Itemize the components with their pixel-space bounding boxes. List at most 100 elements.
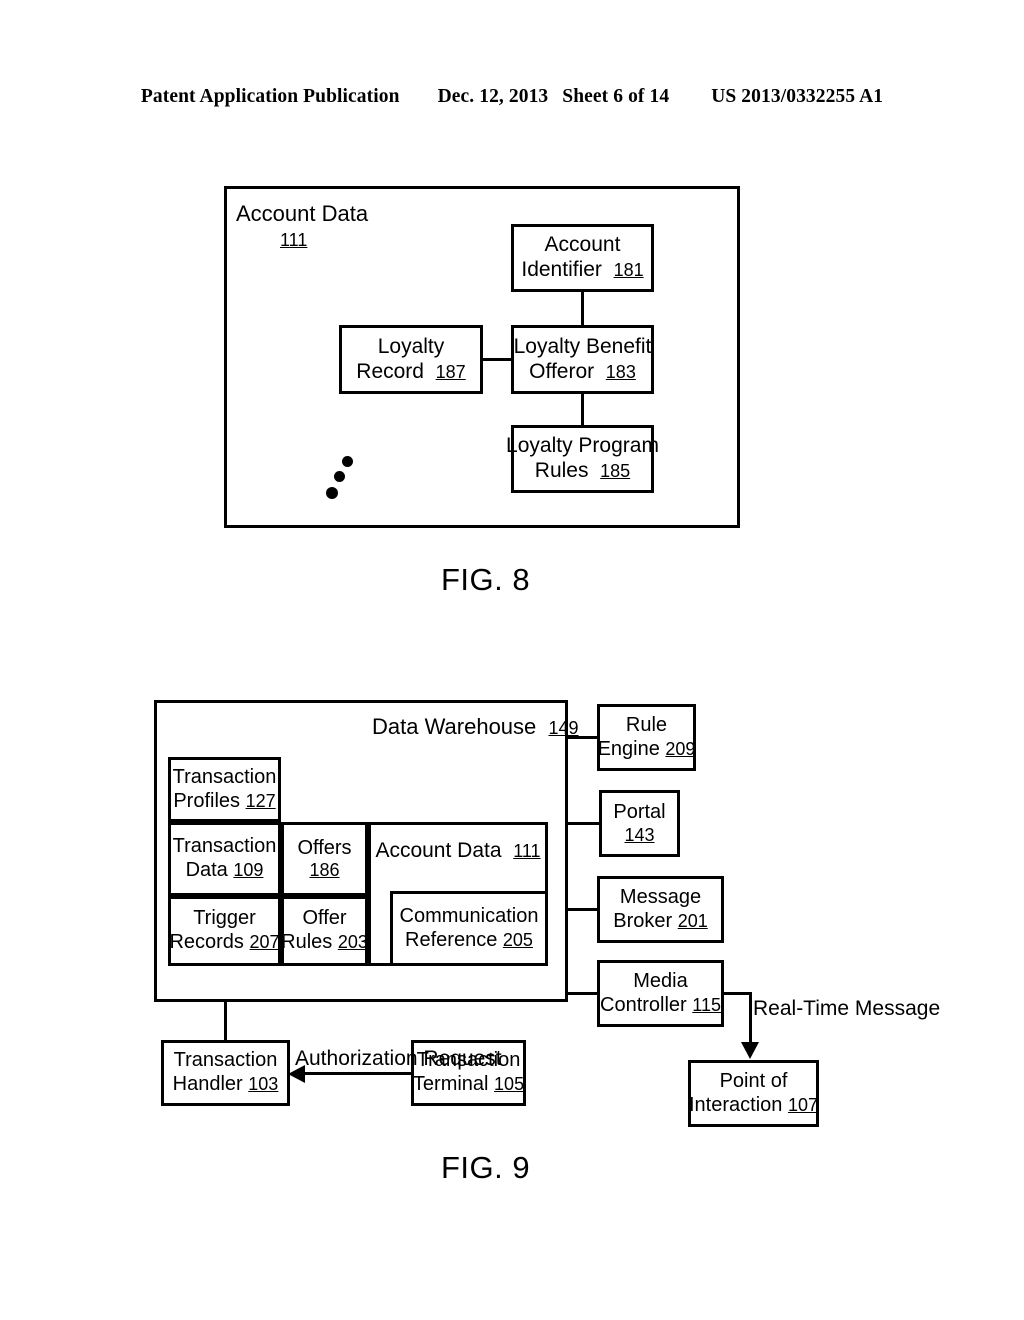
edge-label-line-1: Real-Time — [753, 997, 850, 1020]
fig9-cell-communication-reference: Communication Reference 205 — [390, 891, 548, 966]
box-ref: 187 — [435, 361, 466, 382]
box-ref: 105 — [494, 1074, 525, 1094]
fig9-container-label: Data Warehouse — [372, 714, 537, 739]
box-line-2: Offeror 183 — [529, 359, 636, 383]
box-line-1: Trigger — [193, 907, 256, 930]
fig9-connector-warehouse-to-transaction-handler — [224, 1002, 227, 1040]
box-ref: 185 — [600, 461, 631, 481]
fig8-connector-identifier-to-offeror — [581, 292, 584, 325]
box-line-1: Transaction — [172, 765, 277, 788]
box-line-1: Communication — [399, 904, 539, 927]
fig9-box-portal: Portal 143 — [599, 790, 680, 857]
box-ref: 109 — [233, 860, 264, 880]
fig9-cell-offers: Offers 186 — [281, 822, 368, 896]
box-ref: 107 — [787, 1094, 818, 1115]
box-line-1: Loyalty Program — [506, 434, 659, 458]
fig9-box-rule-engine: Rule Engine 209 — [597, 704, 696, 771]
box-line-2: Controller 115 — [600, 993, 721, 1016]
fig9-box-media-controller: Media Controller 115 — [597, 960, 724, 1027]
patent-number: US 2013/0332255 A1 — [711, 86, 884, 107]
box-line-1: Loyalty — [377, 334, 445, 358]
box-ref: 207 — [249, 932, 280, 952]
fig8-box-loyalty-program-rules: Loyalty Program Rules 185 — [506, 425, 659, 493]
box-line-1: Offer — [302, 907, 347, 930]
publication-date: Dec. 12, 2013 — [437, 86, 549, 107]
box-line-2: Broker 201 — [613, 909, 708, 932]
box-line-1: Message — [619, 885, 702, 908]
box-line-2: Rules 185 — [534, 459, 631, 482]
box-line-2: Records 207 — [169, 931, 280, 953]
fig9-box-transaction-handler: Transaction Handler 103 — [161, 1040, 290, 1106]
box-ref: 186 — [309, 860, 340, 881]
box-ref: 103 — [248, 1074, 279, 1094]
box-ref: 181 — [613, 260, 644, 280]
fig9-connector-warehouse-to-rule-engine — [568, 736, 597, 739]
fig9-container-ref: 149 — [548, 718, 579, 738]
fig9-cell-offer-rules: Offer Rules 203 — [281, 896, 368, 966]
sheet-number: Sheet 6 of 14 — [562, 86, 670, 107]
box-ref: 201 — [677, 910, 708, 931]
fig9-connector-warehouse-to-portal — [568, 822, 599, 825]
sheet-header: Patent Application Publication Dec. 12, … — [0, 86, 1024, 114]
box-line-2: Engine 209 — [597, 737, 696, 760]
box-ref: 115 — [692, 994, 721, 1015]
fig8-box-account-identifier: Account Identifier 181 — [511, 224, 654, 292]
box-line-2: Record 187 — [356, 359, 466, 383]
fig9-box-point-of-interaction: Point of Interaction 107 — [688, 1060, 819, 1127]
fig9-cell-trigger-records: Trigger Records 207 — [168, 896, 281, 966]
box-line-2: Reference 205 — [405, 928, 533, 951]
fig9-arrowhead-to-point-of-interaction — [741, 1042, 759, 1059]
edge-label-line-2: Request — [423, 1047, 502, 1070]
box-line-1: Portal — [613, 801, 666, 824]
box-line-1: Offers — [297, 836, 352, 859]
fig9-box-message-broker: Message Broker 201 — [597, 876, 724, 943]
publication-label: Patent Application Publication — [140, 86, 400, 107]
box-ref: 143 — [624, 824, 655, 845]
fig9-caption: FIG. 9 — [441, 1150, 531, 1185]
fig9-cell-transaction-profiles: Transaction Profiles 127 — [168, 757, 281, 822]
fig9-connector-media-controller-elbow-v — [749, 992, 752, 1046]
fig9-connector-media-controller-elbow-h — [724, 992, 752, 995]
box-line-1: Transaction — [172, 835, 277, 858]
fig8-box-loyalty-record: Loyalty Record 187 — [339, 325, 483, 394]
box-line-1: Media — [633, 969, 688, 992]
fig9-connector-warehouse-to-message-broker — [568, 908, 597, 911]
fig8-container-title: Account Data 111 — [236, 200, 368, 251]
fig9-container-title: Data Warehouse 149 — [372, 714, 579, 740]
fig9-edge-label-real-time-message: Real-Time Message — [753, 996, 940, 1021]
box-line-1: Point of — [719, 1069, 788, 1092]
edge-label-line-2: Message — [854, 997, 941, 1020]
box-ref: 209 — [665, 738, 696, 759]
fig9-connector-warehouse-to-media-controller — [568, 992, 597, 995]
box-line-2: Profiles 127 — [173, 789, 276, 812]
fig8-connector-record-to-offeror — [483, 358, 511, 361]
fig8-ellipsis-dot-1 — [342, 456, 353, 467]
box-line-2: Identifier 181 — [521, 258, 644, 281]
edge-label-line-1: Authorization — [295, 1047, 418, 1070]
box-line-2: Handler 103 — [172, 1073, 279, 1095]
box-line-2: Rules 203 — [281, 931, 368, 953]
box-line-1: Transaction — [173, 1049, 278, 1072]
box-line-1: Account Data 111 — [375, 839, 541, 862]
fig8-connector-offeror-to-rules — [581, 394, 584, 425]
box-ref: 127 — [245, 790, 276, 811]
box-line-2: Interaction 107 — [689, 1093, 818, 1116]
fig9-cell-transaction-data: Transaction Data 109 — [168, 822, 281, 896]
box-ref: 111 — [513, 841, 541, 861]
box-ref: 203 — [337, 932, 368, 952]
fig9-edge-label-authorization-request: Authorization Request — [295, 1046, 502, 1071]
box-ref: 183 — [605, 361, 636, 382]
fig8-caption: FIG. 8 — [441, 562, 531, 597]
fig9-connector-terminal-to-handler — [303, 1072, 411, 1075]
box-line-2: Data 109 — [185, 859, 264, 881]
box-ref: 205 — [502, 929, 533, 950]
fig8-container-ref: 111 — [280, 229, 308, 250]
box-line-1: Rule — [625, 713, 668, 736]
box-line-1: Loyalty Benefit — [513, 334, 652, 358]
fig8-container-label: Account Data — [236, 201, 369, 226]
box-line-2: Terminal 105 — [412, 1073, 525, 1095]
fig8-ellipsis-dot-3 — [326, 487, 338, 499]
fig8-ellipsis-dot-2 — [334, 471, 345, 482]
box-line-1: Account — [544, 233, 621, 257]
fig8-box-loyalty-benefit-offeror: Loyalty Benefit Offeror 183 — [511, 325, 654, 394]
